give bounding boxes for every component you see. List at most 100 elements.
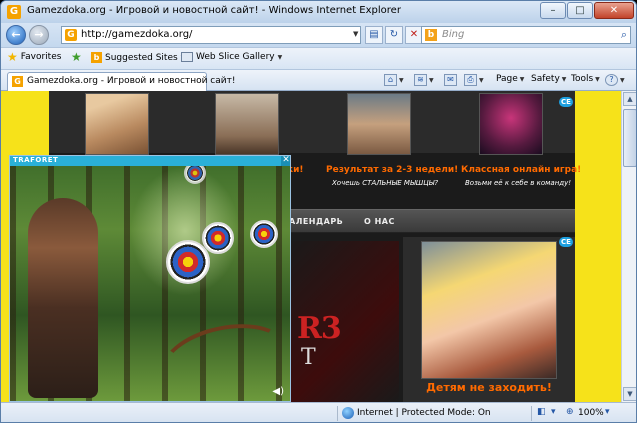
mail-button[interactable]: ✉: [444, 74, 457, 86]
forward-button[interactable]: →: [29, 25, 49, 45]
chevron-down-icon: ▼: [277, 53, 283, 61]
page-menu[interactable]: Page ▼: [496, 74, 524, 84]
suggested-sites-label: Suggested Sites: [105, 52, 178, 63]
target-icon: [166, 240, 210, 284]
banner-logo-sub: T: [301, 345, 316, 370]
search-input[interactable]: b Bing ⌕: [421, 26, 631, 44]
promo-subtitle-3: Возьми её к себе в команду!: [465, 179, 572, 187]
chevron-down-icon: ▼: [519, 75, 525, 83]
game-banner[interactable]: R3 T: [289, 241, 399, 402]
status-divider: [531, 406, 532, 421]
mail-icon: ✉: [444, 74, 457, 86]
favorites-button[interactable]: ★ Favorites: [7, 50, 62, 64]
popup-brand: TRAFORET: [13, 156, 59, 164]
promo-title-3[interactable]: Классная онлайн игра!: [461, 165, 581, 175]
promo-image-3[interactable]: [347, 93, 411, 155]
archer-figure: [28, 198, 98, 398]
url-favicon-icon: G: [65, 29, 77, 41]
safety-menu-label: Safety: [531, 74, 560, 84]
refresh-icon[interactable]: ↻: [385, 26, 403, 44]
web-slice-icon: [181, 52, 193, 62]
scroll-up-icon[interactable]: ▲: [623, 92, 636, 106]
sound-icon[interactable]: ◀): [272, 386, 284, 397]
bing-icon: b: [425, 29, 437, 41]
print-icon: ⎙: [464, 74, 477, 86]
status-bar: Internet | Protected Mode: On ◧ ▾ ⊕ 100%…: [1, 402, 636, 422]
suggested-sites-link[interactable]: b Suggested Sites ▼: [91, 52, 185, 63]
rss-feed-icon: ≋: [414, 74, 427, 86]
home-button[interactable]: ⌂ ▼: [384, 74, 404, 86]
nav-about[interactable]: О НАС: [364, 217, 395, 226]
protected-mode-icon[interactable]: ◧: [537, 407, 546, 417]
minimize-button[interactable]: –: [540, 2, 566, 19]
vertical-scrollbar[interactable]: ▲ ▼: [621, 91, 636, 402]
zoom-level[interactable]: 100%: [578, 408, 604, 418]
page-menu-label: Page: [496, 74, 518, 84]
tab-gamezdoka[interactable]: G Gamezdoka.org - Игровой и новостной са…: [7, 72, 235, 91]
add-favorite-button[interactable]: ★: [71, 51, 82, 63]
web-slice-label: Web Slice Gallery: [196, 52, 275, 62]
favorites-label: Favorites: [20, 52, 62, 62]
search-icon[interactable]: ⌕: [621, 28, 627, 42]
help-menu[interactable]: ? ▼: [605, 74, 625, 86]
promo-title-2[interactable]: Результат за 2-3 недели!: [326, 165, 458, 175]
zoom-icon[interactable]: ⊕: [566, 407, 574, 417]
ad-badge-icon[interactable]: CE: [559, 97, 573, 107]
url-dropdown-icon[interactable]: ▼: [353, 30, 358, 38]
address-bar: ← → G http://gamezdoka.org/ ▼ ▤ ↻ ✕ b Bi…: [1, 23, 636, 47]
url-text: http://gamezdoka.org/: [81, 29, 193, 40]
suggested-sites-icon: b: [91, 52, 102, 63]
search-placeholder: Bing: [442, 29, 465, 40]
ie-window: G Gamezdoka.org - Игровой и новостной са…: [0, 0, 637, 423]
url-input[interactable]: G http://gamezdoka.org/: [61, 26, 361, 44]
feeds-button[interactable]: ≋ ▼: [414, 74, 434, 86]
close-button[interactable]: ✕: [594, 2, 634, 19]
status-divider: [337, 406, 338, 421]
favorites-star-icon: ★: [7, 50, 18, 64]
promo-subtitle-2: Хочешь СТАЛЬНЫЕ МЫШЦЫ?: [332, 179, 439, 187]
maximize-button[interactable]: □: [567, 2, 593, 19]
site-favicon-icon: G: [7, 5, 21, 19]
popup-close-icon[interactable]: ✕: [281, 156, 290, 166]
promo-image-4[interactable]: [479, 93, 543, 155]
chevron-down-icon: ▼: [595, 75, 600, 83]
help-icon: ?: [605, 74, 618, 86]
back-button[interactable]: ←: [6, 25, 26, 45]
home-icon: ⌂: [384, 74, 397, 86]
adult-ad-caption[interactable]: Детям не заходить!: [403, 381, 575, 394]
ad-badge-icon[interactable]: CE: [559, 237, 573, 247]
banner-logo: R3: [297, 311, 342, 346]
game-ad-popup[interactable]: TRAFORET ✕ ◀): [9, 155, 291, 402]
nav-calendar[interactable]: АЛЕНДАРЬ: [289, 217, 343, 226]
target-icon: [250, 220, 278, 248]
web-slice-gallery-link[interactable]: Web Slice Gallery ▼: [181, 52, 282, 62]
chevron-down-icon: ▼: [399, 76, 404, 84]
compatibility-icon[interactable]: ▤: [365, 26, 383, 44]
popup-header: TRAFORET ✕: [10, 156, 290, 166]
title-bar: G Gamezdoka.org - Игровой и новостной са…: [1, 1, 636, 23]
internet-globe-icon: [342, 407, 354, 419]
target-icon: [202, 222, 234, 254]
page-content: CE ки! Результат за 2-3 недели! Хочешь С…: [1, 91, 621, 402]
security-zone[interactable]: Internet | Protected Mode: On: [357, 408, 491, 418]
adult-ad-box[interactable]: CE Детям не заходить!: [403, 237, 575, 402]
tab-favicon-icon: G: [12, 76, 23, 87]
chevron-down-icon: ▼: [479, 76, 484, 84]
scroll-thumb[interactable]: [623, 109, 636, 167]
promo-image-1[interactable]: [85, 93, 149, 155]
safety-menu[interactable]: Safety ▼: [531, 74, 566, 84]
chevron-down-icon[interactable]: ▾: [605, 407, 610, 417]
scroll-down-icon[interactable]: ▼: [623, 387, 636, 401]
promo-image-2[interactable]: [215, 93, 279, 155]
tab-label: Gamezdoka.org - Игровой и новостной сайт…: [27, 76, 236, 86]
chevron-down-icon[interactable]: ▾: [551, 407, 556, 417]
window-title: Gamezdoka.org - Игровой и новостной сайт…: [27, 5, 401, 16]
tools-menu[interactable]: Tools ▼: [571, 74, 600, 84]
address-actions: ▤ ↻ ✕: [365, 26, 423, 44]
adult-ad-image[interactable]: [421, 241, 557, 379]
favorites-bar: ★ Favorites ★ b Suggested Sites ▼ Web Sl…: [1, 47, 636, 69]
print-button[interactable]: ⎙ ▼: [464, 74, 484, 86]
tab-command-bar: G Gamezdoka.org - Игровой и новостной са…: [1, 69, 636, 91]
tools-menu-label: Tools: [571, 74, 594, 84]
window-controls: – □ ✕: [540, 2, 634, 19]
